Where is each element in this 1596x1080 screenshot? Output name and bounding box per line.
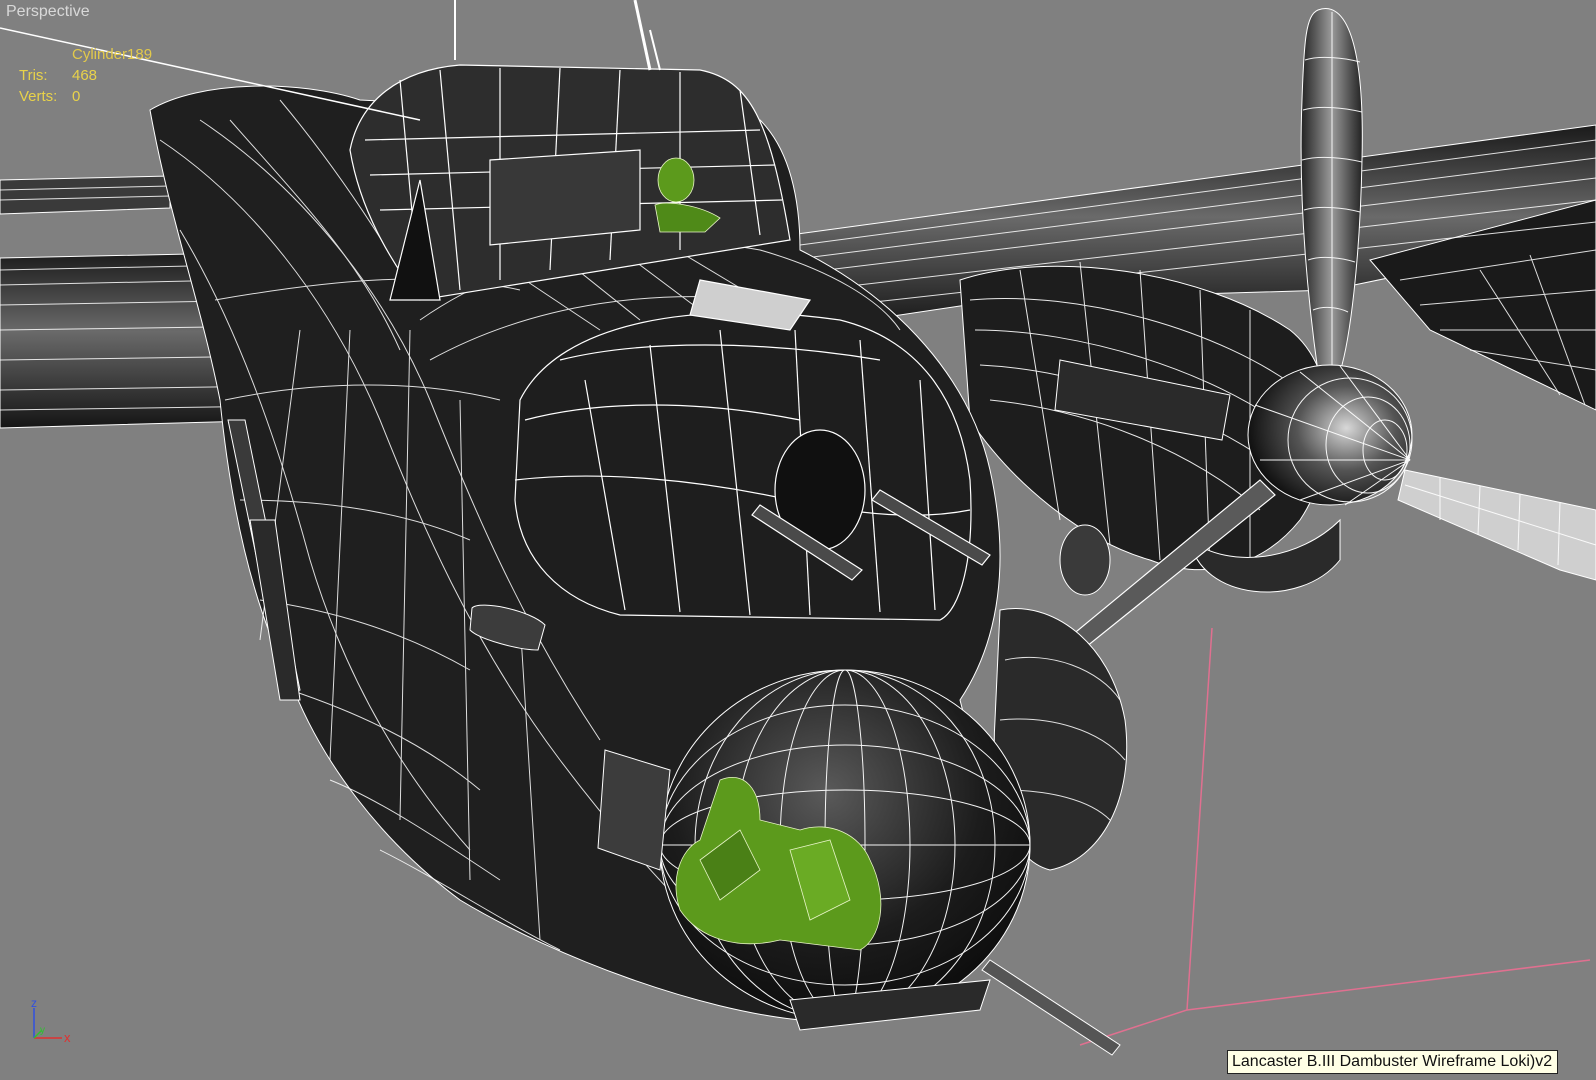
render-caption: Lancaster B.III Dambuster Wireframe Loki…: [1227, 1050, 1559, 1074]
axis-tripod-icon: x z y: [31, 1000, 71, 1045]
viewport-label[interactable]: Perspective: [6, 3, 90, 21]
axis-z-label: z: [31, 1000, 37, 1010]
verts-row: Verts: 0: [19, 86, 152, 107]
tris-row: Tris: 468: [19, 65, 152, 86]
axis-y-label: y: [40, 1025, 45, 1036]
selection-bounding-box: [1079, 627, 1591, 1046]
tris-label: Tris:: [19, 67, 48, 84]
selected-object-name: Cylinder189: [72, 46, 153, 63]
aircraft-wireframe-model[interactable]: [0, 0, 1596, 1080]
verts-value: 0: [72, 88, 81, 105]
axis-x-label: x: [64, 1030, 71, 1045]
tris-value: 468: [72, 67, 98, 84]
verts-label: Verts:: [19, 88, 58, 105]
scene-statistics: Cylinder189 Tris: 468 Verts: 0: [19, 44, 152, 107]
perspective-viewport[interactable]: Perspective Cylinder189 Tris: 468 Verts: 0…: [0, 0, 1596, 1080]
